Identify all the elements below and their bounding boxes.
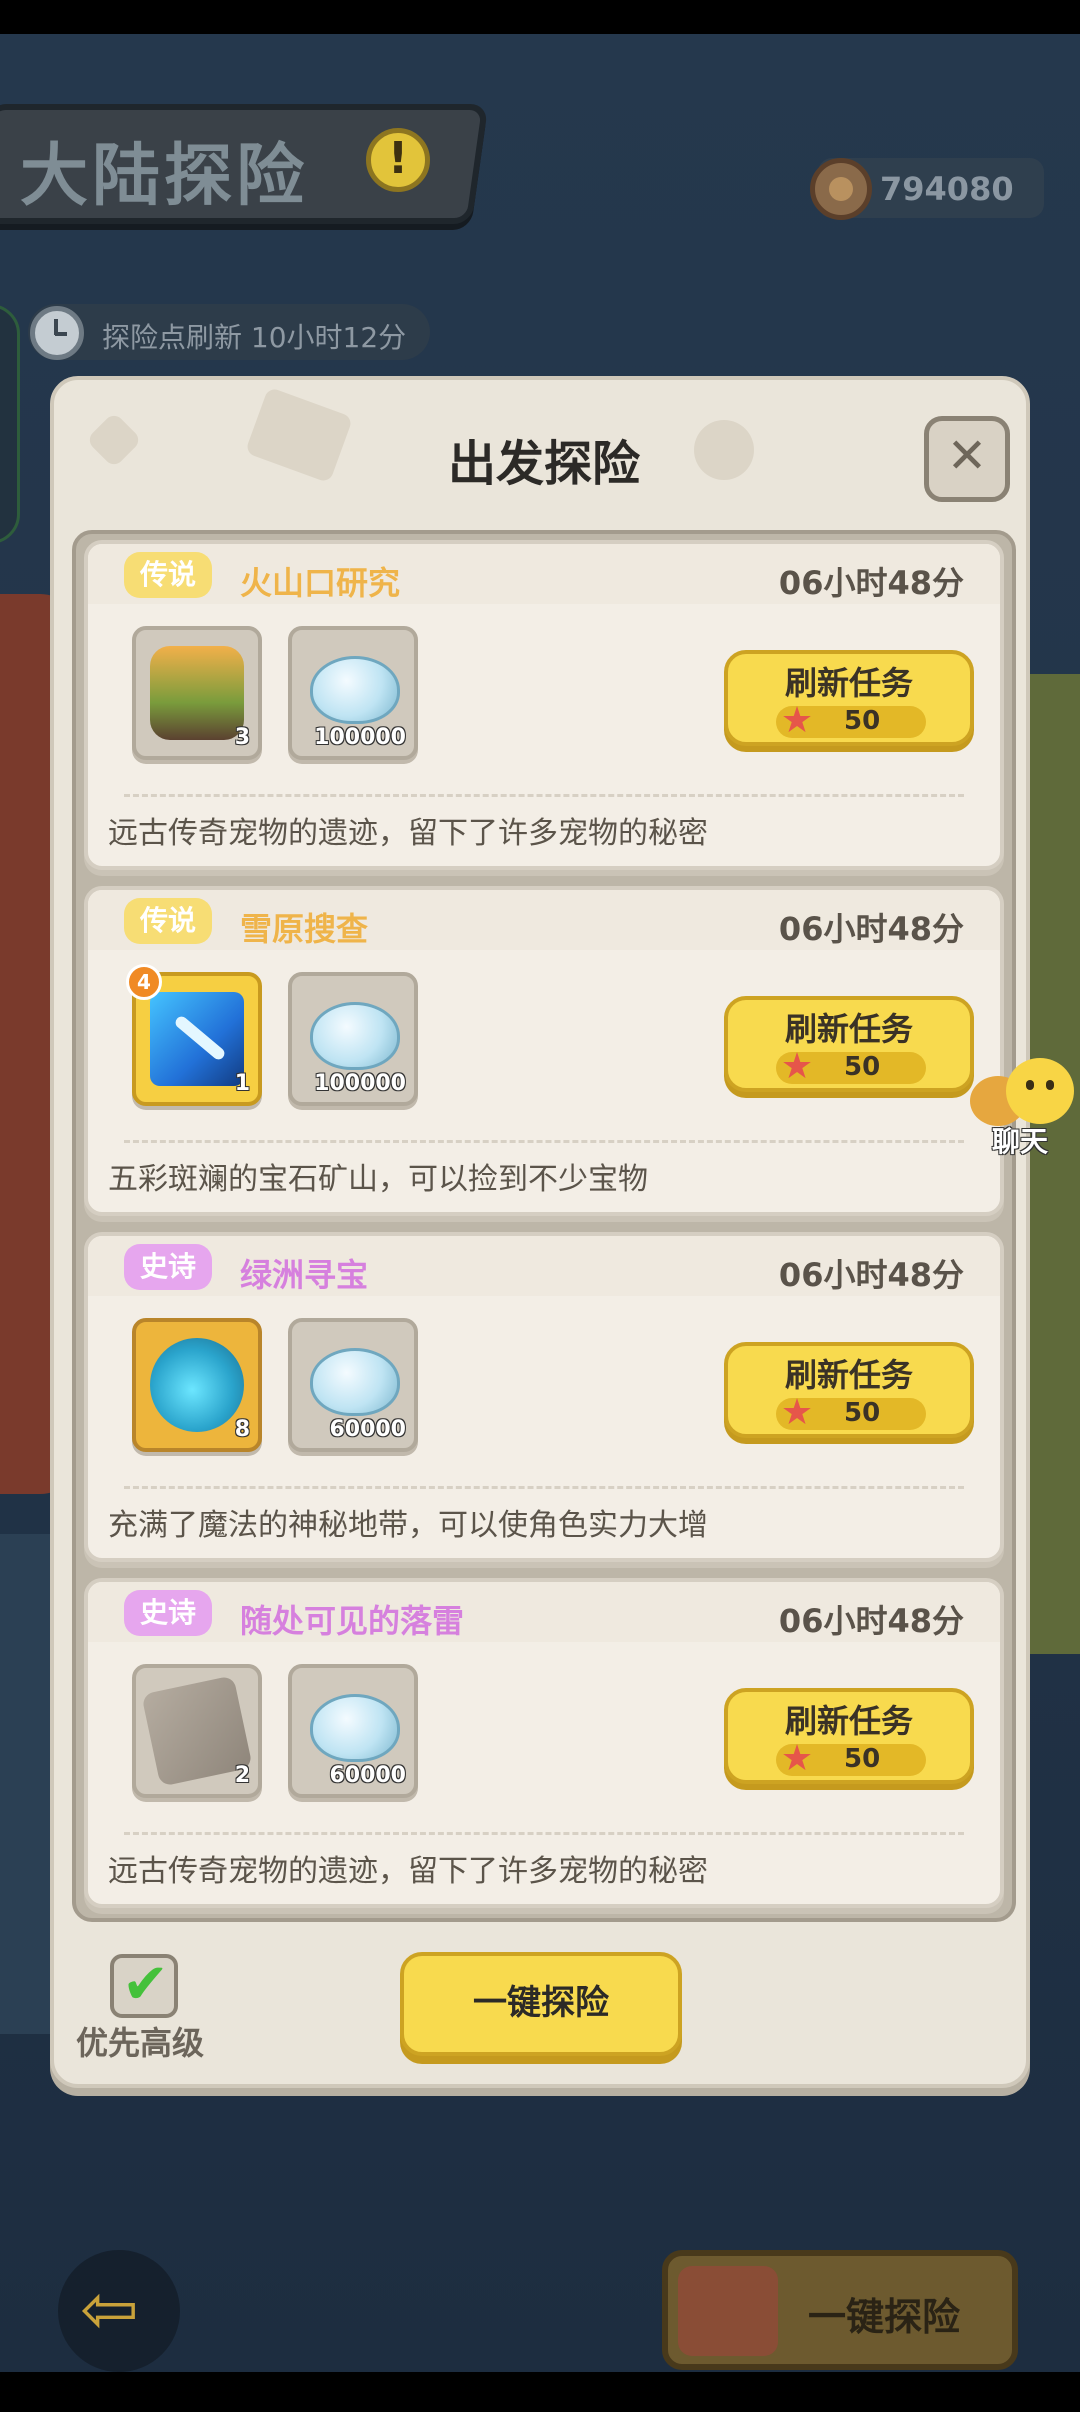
- reward-count: 3: [234, 725, 250, 750]
- refresh-task-button[interactable]: 刷新任务 ★ 50: [724, 996, 974, 1092]
- task-duration: 06小时48分: [778, 1256, 964, 1294]
- starfish-icon: ★: [780, 1738, 814, 1779]
- reward-slot[interactable]: 100000: [288, 626, 418, 760]
- bg-side-panel: [0, 304, 20, 544]
- refresh-timer-text: 探险点刷新 10小时12分: [102, 316, 406, 356]
- reward-slot[interactable]: 100000: [288, 972, 418, 1106]
- shell-icon: [310, 1348, 400, 1416]
- page-title: 大陆探险: [20, 137, 309, 216]
- starfish-icon: ★: [780, 700, 814, 741]
- refresh-task-label: 刷新任务: [784, 1356, 913, 1394]
- game-background: 大陆探险 ! 794080 探险点刷新 10小时12分 出发探险 ✕ 传说 火山…: [0, 34, 1080, 2372]
- task-card: 史诗 绿洲寻宝 06小时48分 8 60000 刷新任务 ★ 50 充满了魔法的…: [84, 1232, 1004, 1562]
- divider: [124, 1832, 964, 1835]
- task-description: 远古传奇宠物的遗迹，留下了许多宠物的秘密: [108, 816, 708, 851]
- reward-count: 100000: [314, 725, 406, 750]
- exclamation-icon[interactable]: !: [366, 128, 430, 192]
- shell-icon: [310, 1002, 400, 1070]
- refresh-task-button[interactable]: 刷新任务 ★ 50: [724, 1688, 974, 1784]
- reward-count: 1: [234, 1071, 250, 1096]
- refresh-cost: 50: [844, 1744, 881, 1774]
- refresh-task-label: 刷新任务: [784, 1010, 913, 1048]
- reward-slot[interactable]: 60000: [288, 1664, 418, 1798]
- quick-explore-button[interactable]: 一键探险: [662, 2250, 1018, 2370]
- refresh-cost: 50: [844, 1398, 881, 1428]
- reward-count: 100000: [314, 1071, 406, 1096]
- task-description: 远古传奇宠物的遗迹，留下了许多宠物的秘密: [108, 1854, 708, 1889]
- currency-value: 794080: [880, 170, 1014, 208]
- explore-all-button[interactable]: 一键探险: [400, 1952, 682, 2056]
- reward-slot[interactable]: 60000: [288, 1318, 418, 1452]
- task-card: 传说 火山口研究 06小时48分 3 100000 刷新任务 ★ 50 远古传奇…: [84, 540, 1004, 870]
- reward-slot[interactable]: 4 1: [126, 964, 262, 1106]
- clock-icon: [30, 306, 84, 360]
- rarity-tag: 史诗: [124, 1244, 212, 1290]
- priority-checkbox[interactable]: ✔: [110, 1952, 178, 2018]
- priority-label: 优先高级: [76, 2024, 205, 2062]
- task-duration: 06小时48分: [778, 564, 964, 602]
- reward-slot[interactable]: 8: [132, 1318, 262, 1452]
- chat-label: 聊天: [992, 1125, 1049, 1158]
- rarity-tag: 传说: [124, 552, 212, 598]
- refresh-task-label: 刷新任务: [784, 664, 913, 702]
- task-description: 充满了魔法的神秘地带，可以使角色实力大增: [108, 1508, 708, 1543]
- divider: [124, 1140, 964, 1143]
- task-duration: 06小时48分: [778, 910, 964, 948]
- task-name: 绿洲寻宝: [240, 1256, 369, 1294]
- refresh-task-button[interactable]: 刷新任务 ★ 50: [724, 650, 974, 746]
- refresh-time: 10小时12分: [250, 321, 407, 354]
- food-plate-icon: [150, 646, 244, 740]
- chat-button[interactable]: 聊天: [970, 1054, 1074, 1160]
- medal-icon: [810, 158, 872, 220]
- task-card: 史诗 随处可见的落雷 06小时48分 2 60000 刷新任务 ★ 50 远古传…: [84, 1578, 1004, 1908]
- chat-bubble-icon: [1006, 1058, 1074, 1124]
- refresh-cost: 50: [844, 706, 881, 736]
- status-bar: [0, 0, 1080, 34]
- refresh-label: 探险点刷新: [102, 321, 243, 354]
- task-name: 雪原搜查: [240, 910, 369, 948]
- dialog-title: 出发探险: [447, 436, 640, 492]
- potion-icon: [150, 1338, 244, 1432]
- reward-slot[interactable]: 2: [132, 1664, 262, 1798]
- reward-count: 2: [234, 1763, 250, 1788]
- task-name: 火山口研究: [240, 564, 401, 602]
- refresh-cost: 50: [844, 1052, 881, 1082]
- navigation-bar: [0, 2372, 1080, 2412]
- task-name: 随处可见的落雷: [240, 1602, 465, 1640]
- divider: [124, 1486, 964, 1489]
- refresh-task-button[interactable]: 刷新任务 ★ 50: [724, 1342, 974, 1438]
- task-duration: 06小时48分: [778, 1602, 964, 1640]
- close-button[interactable]: ✕: [924, 416, 1010, 502]
- back-button[interactable]: ⇦: [58, 2250, 180, 2372]
- divider: [124, 794, 964, 797]
- close-icon: ✕: [946, 428, 988, 484]
- starfish-icon: ★: [780, 1046, 814, 1087]
- rarity-tag: 史诗: [124, 1590, 212, 1636]
- task-list[interactable]: 传说 火山口研究 06小时48分 3 100000 刷新任务 ★ 50 远古传奇…: [72, 530, 1016, 1922]
- reward-slot[interactable]: 3: [132, 626, 262, 760]
- rarity-tag: 传说: [124, 898, 212, 944]
- ice-sword-icon: [150, 992, 244, 1086]
- reward-count: 8: [234, 1417, 250, 1442]
- reward-count: 60000: [329, 1763, 406, 1788]
- checkmark-icon: ✔: [122, 1952, 169, 2017]
- shell-icon: [310, 656, 400, 724]
- treasure-chest-icon: [678, 2266, 778, 2356]
- quick-explore-label: 一键探险: [808, 2295, 961, 2339]
- back-arrow-icon: ⇦: [80, 2268, 139, 2350]
- shell-icon: [310, 1694, 400, 1762]
- task-description: 五彩斑斓的宝石矿山，可以捡到不少宝物: [108, 1162, 648, 1197]
- task-card: 传说 雪原搜查 06小时48分 4 1 100000 刷新任务 ★ 50 五彩斑…: [84, 886, 1004, 1216]
- reward-count: 60000: [329, 1417, 406, 1442]
- expedition-dialog: 出发探险 ✕ 传说 火山口研究 06小时48分 3 100000 刷新任务 ★ …: [50, 376, 1030, 2088]
- level-badge: 4: [126, 964, 162, 1000]
- starfish-icon: ★: [780, 1392, 814, 1433]
- refresh-task-label: 刷新任务: [784, 1702, 913, 1740]
